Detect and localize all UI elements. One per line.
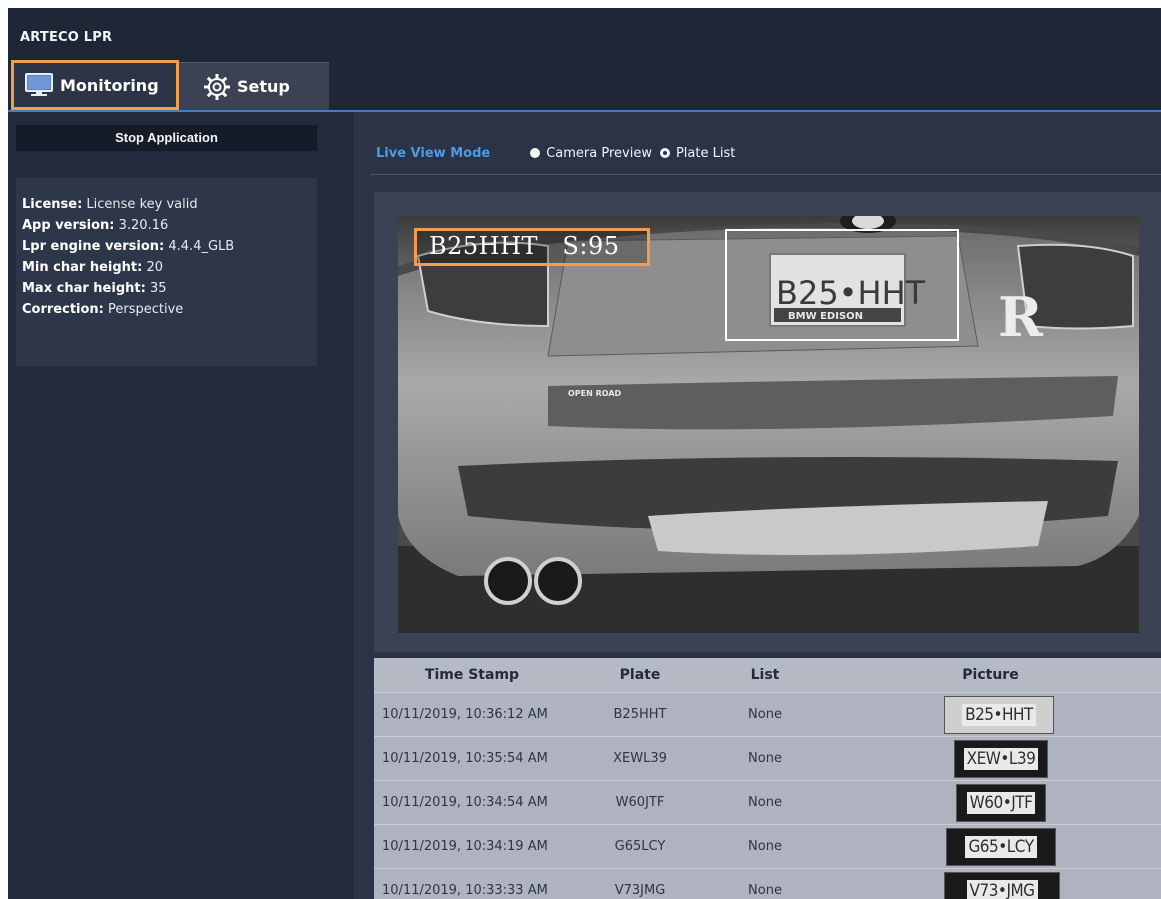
app-window: ARTECO LPR Monitoring Setup Stop Applica…	[8, 8, 1161, 899]
cell-picture: XEW•L39	[820, 737, 1161, 780]
info-value: 35	[149, 281, 167, 296]
table-row[interactable]: 10/11/2019, 10:34:54 AM W60JTF None W60•…	[374, 780, 1161, 824]
mode-divider	[370, 174, 1161, 175]
info-license: License: License key valid	[22, 194, 317, 215]
camera-viewer: OPEN ROAD R B25•HHT BMW EDISON B25HHT S:…	[374, 192, 1161, 652]
cell-list: None	[748, 751, 782, 766]
cell-plate: W60JTF	[615, 795, 665, 810]
table-row[interactable]: 10/11/2019, 10:35:54 AM XEWL39 None XEW•…	[374, 736, 1161, 780]
radio-camera-preview-dot[interactable]	[530, 148, 541, 158]
svg-text:B25•HHT: B25•HHT	[776, 274, 926, 312]
svg-text:R: R	[998, 285, 1044, 349]
radio-camera-preview[interactable]: Camera Preview	[530, 146, 652, 161]
info-max-char-height: Max char height: 35	[22, 278, 317, 299]
cell-picture: B25•HHT	[820, 693, 1161, 736]
radio-plate-list-label: Plate List	[675, 145, 736, 161]
cell-picture: G65•LCY	[820, 825, 1161, 868]
cell-time-stamp: 10/11/2019, 10:34:54 AM	[382, 795, 548, 810]
svg-text:OPEN ROAD: OPEN ROAD	[568, 389, 622, 398]
cell-time-stamp: 10/11/2019, 10:34:19 AM	[382, 839, 548, 854]
info-value: 3.20.16	[118, 218, 169, 233]
live-view-mode-bar: Live View Mode Camera Preview Plate List	[376, 142, 743, 164]
plate-detection-overlay: B25HHT S:95	[414, 228, 650, 266]
info-label: Correction:	[22, 302, 104, 317]
tab-setup-label: Setup	[237, 77, 290, 96]
cell-picture: W60•JTF	[820, 781, 1161, 824]
table-row[interactable]: 10/11/2019, 10:36:12 AM B25HHT None B25•…	[374, 692, 1161, 736]
main-content: Live View Mode Camera Preview Plate List	[354, 112, 1161, 899]
radio-camera-preview-label: Camera Preview	[546, 145, 652, 161]
gear-icon	[204, 73, 230, 100]
monitor-icon	[25, 73, 53, 96]
info-correction: Correction: Perspective	[22, 299, 317, 320]
plate-thumbnail-text: W60•JTF	[966, 792, 1036, 814]
cell-plate: G65LCY	[614, 839, 666, 854]
sidebar: Stop Application License: License key va…	[8, 112, 354, 899]
plate-thumbnail-image[interactable]: XEW•L39	[954, 740, 1048, 778]
plate-thumbnail-image[interactable]: G65•LCY	[946, 828, 1056, 866]
camera-image: OPEN ROAD R B25•HHT BMW EDISON B25HHT S:…	[398, 216, 1139, 633]
app-title: ARTECO LPR	[20, 30, 113, 45]
info-label: Lpr engine version:	[22, 239, 165, 254]
cell-list: None	[748, 839, 782, 854]
tab-setup[interactable]: Setup	[179, 62, 329, 110]
cell-picture: V73•JMG	[820, 869, 1161, 899]
info-value: Perspective	[108, 302, 184, 317]
tab-monitoring-label: Monitoring	[60, 75, 159, 95]
header-picture: Picture	[962, 667, 1019, 683]
cell-time-stamp: 10/11/2019, 10:35:54 AM	[382, 751, 548, 766]
tab-monitoring[interactable]: Monitoring	[11, 60, 179, 110]
info-label: Min char height:	[22, 260, 143, 275]
header: ARTECO LPR Monitoring Setup	[8, 8, 1161, 112]
info-value: 4.4.4_GLB	[168, 239, 235, 254]
header-plate: Plate	[619, 667, 661, 683]
stop-application-button[interactable]: Stop Application	[16, 125, 317, 151]
cell-time-stamp: 10/11/2019, 10:36:12 AM	[382, 707, 548, 722]
plate-thumbnail-image[interactable]: B25•HHT	[944, 696, 1054, 734]
info-label: Max char height:	[22, 281, 146, 296]
live-view-mode-title: Live View Mode	[376, 145, 491, 161]
svg-text:BMW EDISON: BMW EDISON	[788, 311, 863, 322]
table-header: Time Stamp Plate List Picture	[374, 658, 1161, 692]
info-value: 20	[146, 260, 164, 275]
info-label: App version:	[22, 218, 115, 233]
info-label: License:	[22, 197, 83, 212]
info-panel: License: License key valid App version: …	[16, 178, 317, 366]
plate-thumbnail-text: V73•JMG	[966, 880, 1038, 899]
plate-thumbnail-text: B25•HHT	[962, 704, 1036, 726]
table-row[interactable]: 10/11/2019, 10:33:33 AM V73JMG None V73•…	[374, 868, 1161, 899]
cell-plate: XEWL39	[613, 751, 667, 766]
cell-list: None	[748, 707, 782, 722]
cell-list: None	[748, 883, 782, 898]
car-rear-image: OPEN ROAD R B25•HHT BMW EDISON	[398, 216, 1139, 633]
cell-plate: B25HHT	[613, 707, 667, 722]
info-engine-version: Lpr engine version: 4.4.4_GLB	[22, 236, 317, 257]
cell-list: None	[748, 795, 782, 810]
plate-thumbnail-image[interactable]: V73•JMG	[944, 872, 1060, 899]
plate-thumbnail-text: G65•LCY	[965, 836, 1037, 858]
cell-plate: V73JMG	[614, 883, 666, 898]
radio-plate-list[interactable]: Plate List	[659, 145, 736, 161]
table-row[interactable]: 10/11/2019, 10:34:19 AM G65LCY None G65•…	[374, 824, 1161, 868]
header-time-stamp: Time Stamp	[424, 667, 520, 683]
info-min-char-height: Min char height: 20	[22, 257, 317, 278]
cell-time-stamp: 10/11/2019, 10:33:33 AM	[382, 883, 548, 898]
header-list: List	[750, 667, 780, 683]
info-app-version: App version: 3.20.16	[22, 215, 317, 236]
radio-plate-list-dot[interactable]	[659, 148, 670, 158]
info-value: License key valid	[86, 197, 198, 212]
plate-list-table: Time Stamp Plate List Picture 10/11/2019…	[374, 658, 1161, 899]
plate-thumbnail-image[interactable]: W60•JTF	[956, 784, 1046, 822]
plate-thumbnail-text: XEW•L39	[963, 748, 1039, 770]
